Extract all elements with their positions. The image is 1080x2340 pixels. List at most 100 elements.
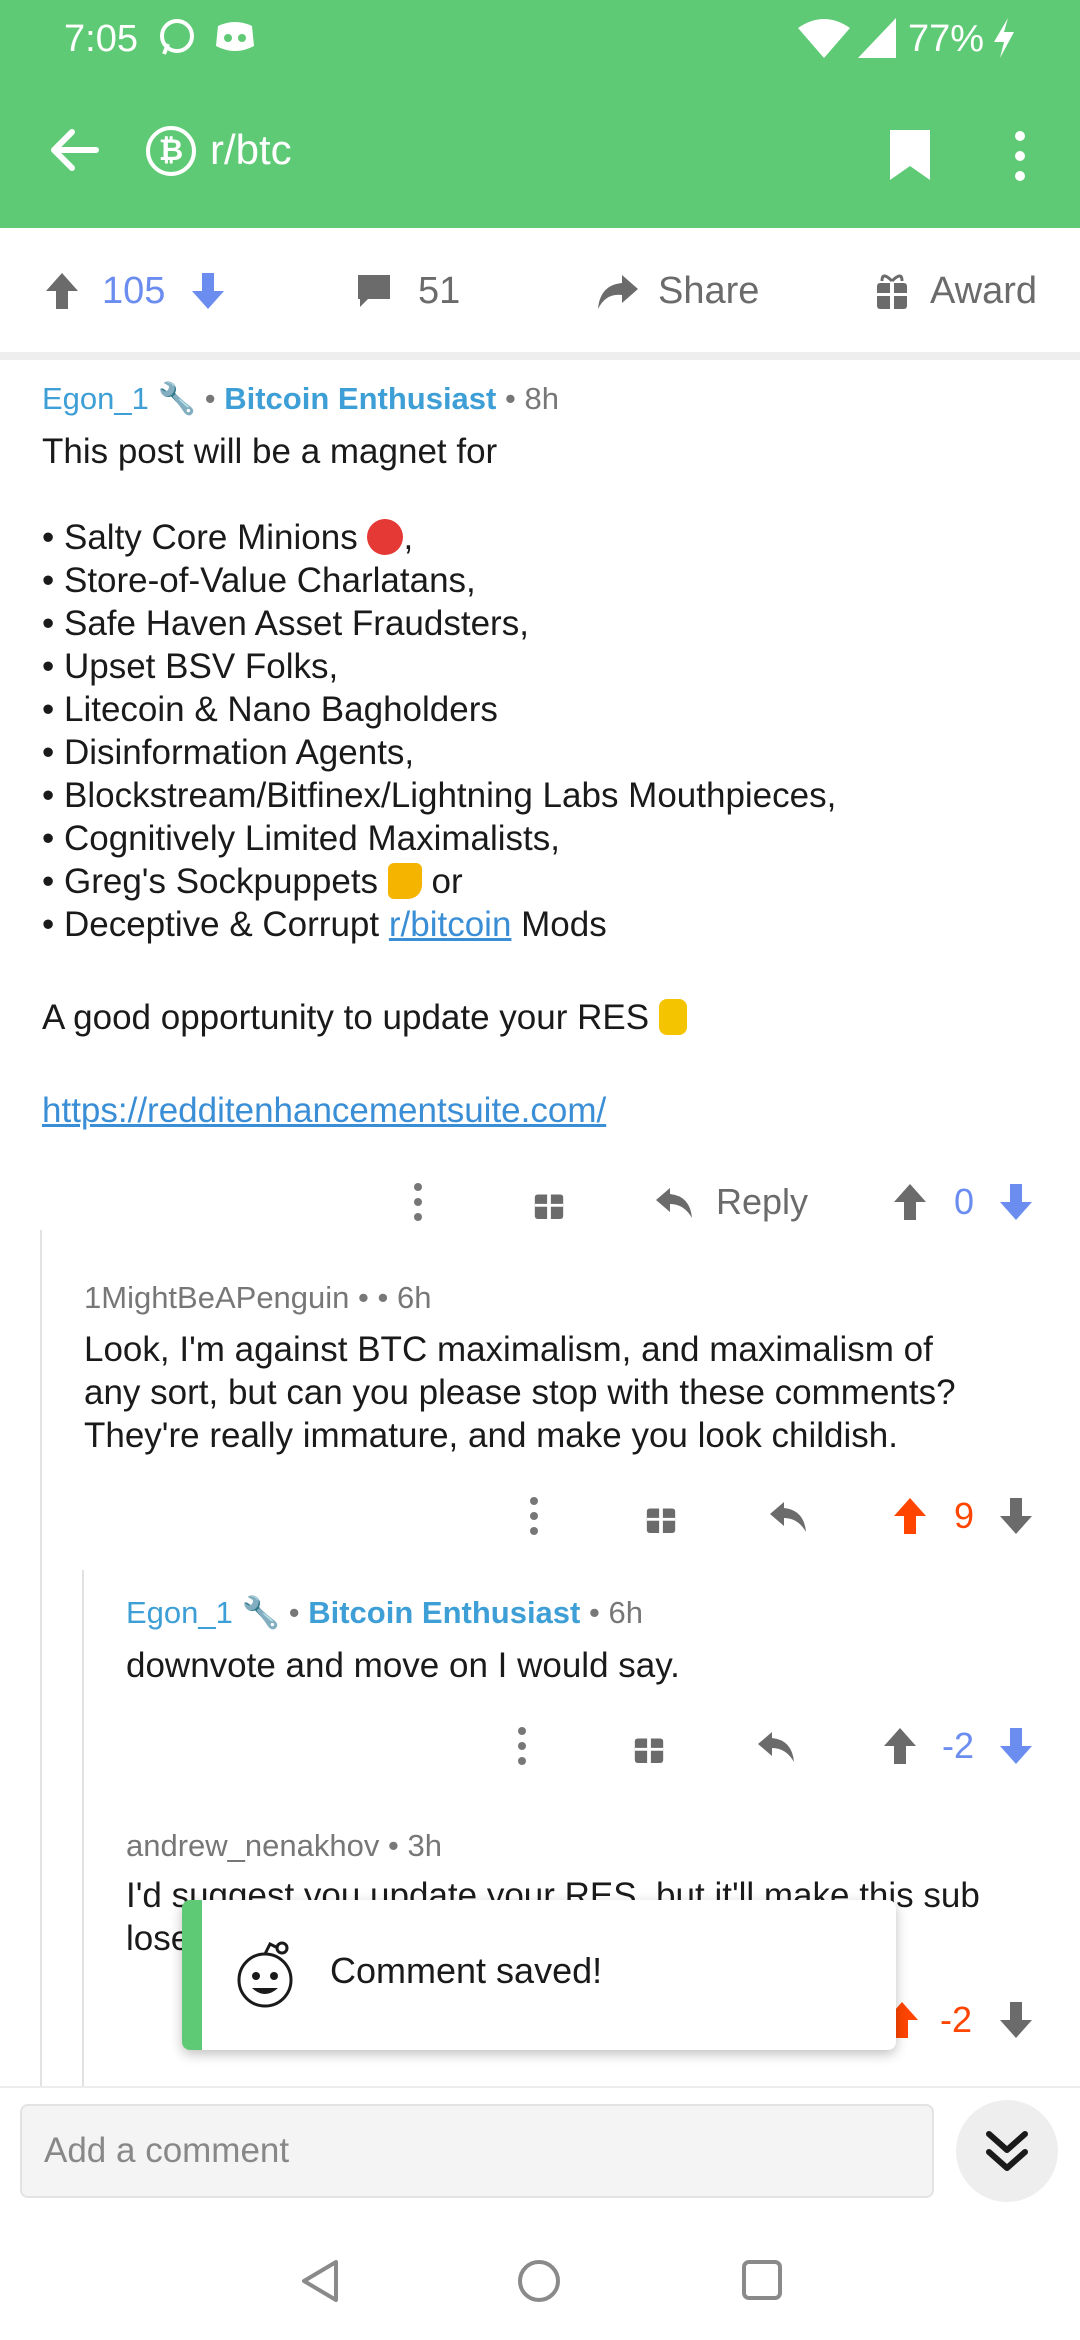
comment-body: This post will be a magnet for • Salty C…: [42, 430, 1042, 1132]
comment-meta: Egon_1 🔧 • Bitcoin Enthusiast • 8h: [42, 381, 559, 416]
gift-icon: [534, 1190, 564, 1219]
comment-score: -2: [942, 1725, 975, 1766]
comment-author[interactable]: andrew_nenakhov: [126, 1828, 379, 1863]
more-icon: [530, 1497, 538, 1535]
comment-body: Look, I'm against BTC maximalism, and ma…: [84, 1330, 956, 1455]
downvote-button[interactable]: [998, 1172, 1034, 1232]
award-button[interactable]: [632, 1716, 666, 1776]
reply-icon: [770, 1502, 806, 1532]
award-button[interactable]: [532, 1172, 566, 1232]
reply-button[interactable]: Reply: [654, 1172, 808, 1232]
comment-author[interactable]: Egon_1: [126, 1595, 233, 1630]
comment-icon: [358, 275, 390, 307]
app-header: 7:05 77% ₿ r/btc: [0, 0, 1080, 228]
user-flair: Bitcoin Enthusiast: [308, 1595, 581, 1630]
comment-actions: 9: [0, 1486, 1080, 1546]
comment-time: 6h: [397, 1280, 432, 1315]
downvote-button[interactable]: [998, 1486, 1034, 1546]
downvote-icon: [1000, 1184, 1032, 1220]
comment-author[interactable]: 1MightBeAPenguin: [84, 1280, 349, 1315]
status-time: 7:05: [64, 18, 138, 60]
angry-emoji-icon: [367, 519, 404, 555]
toast-message: Comment saved!: [330, 1950, 603, 1991]
comment-author[interactable]: Egon_1: [42, 381, 149, 416]
comment-time: 3h: [407, 1828, 442, 1863]
upvote-button[interactable]: [892, 1172, 928, 1232]
comment-meta: Egon_1 🔧 • Bitcoin Enthusiast • 6h: [126, 1595, 643, 1630]
gift-icon: [634, 1734, 664, 1763]
downvote-button[interactable]: [998, 1716, 1034, 1776]
comment-body: downvote and move on I would say.: [126, 1646, 680, 1685]
comment-meta: andrew_nenakhov • 3h: [126, 1828, 442, 1863]
more-button[interactable]: [412, 1172, 424, 1232]
url-link[interactable]: https://redditenhancementsuite.com/: [42, 1089, 1042, 1132]
more-icon: [518, 1727, 526, 1765]
battery-percentage: 77%: [908, 18, 985, 60]
subreddit-icon: ₿: [146, 126, 196, 176]
nav-home-icon[interactable]: [516, 2258, 562, 2304]
upvote-button[interactable]: [44, 266, 80, 316]
subreddit-name[interactable]: r/btc: [210, 126, 292, 174]
comments-button[interactable]: 51: [354, 266, 460, 316]
award-button[interactable]: [644, 1486, 678, 1546]
share-button[interactable]: Share: [596, 266, 759, 316]
upvote-icon: [46, 273, 78, 309]
comment-score: 9: [954, 1495, 975, 1536]
add-comment-input[interactable]: Add a comment: [20, 2104, 934, 2198]
bookmark-button[interactable]: [888, 128, 932, 182]
victory-hand-emoji-icon: [658, 999, 687, 1035]
comment-actions: Reply 0: [0, 1172, 1080, 1232]
post-action-bar: 105 51 Share Award: [0, 228, 1080, 360]
discord-icon: [216, 22, 254, 51]
downvote-button[interactable]: [998, 1990, 1034, 2050]
more-options-button[interactable]: [1004, 128, 1036, 184]
downvote-icon: [192, 273, 224, 309]
downvote-icon: [1000, 2002, 1032, 2038]
nav-back-icon[interactable]: [298, 2258, 342, 2304]
reply-button[interactable]: [756, 1716, 796, 1776]
award-button[interactable]: Award: [874, 266, 1037, 316]
upvote-button[interactable]: [882, 1716, 918, 1776]
share-label: Share: [658, 269, 760, 312]
signal-icon: [858, 18, 896, 58]
wifi-icon: [798, 19, 850, 58]
comment-actions: -2: [0, 1716, 1080, 1776]
mod-wrench-icon: 🔧: [157, 381, 197, 416]
post-score: 105: [102, 269, 166, 312]
collapse-button[interactable]: [956, 2100, 1058, 2202]
comment-count: 51: [418, 269, 461, 312]
comment-time: 6h: [608, 1595, 643, 1630]
charging-icon: [994, 18, 1014, 58]
reply-icon: [758, 1732, 794, 1762]
award-label: Award: [930, 269, 1038, 312]
gift-icon: [646, 1504, 676, 1533]
downvote-button[interactable]: [190, 266, 226, 316]
thread-line: [40, 1230, 42, 2086]
whatsapp-icon: [160, 19, 194, 55]
back-button[interactable]: [44, 120, 104, 180]
upvote-icon: [894, 1184, 926, 1220]
reply-button[interactable]: [768, 1486, 808, 1546]
upvote-icon: [884, 1728, 916, 1764]
user-flair: Bitcoin Enthusiast: [224, 381, 497, 416]
share-icon: [598, 275, 638, 309]
system-nav-bar: [0, 2216, 1080, 2340]
subreddit-link[interactable]: r/bitcoin: [389, 905, 512, 944]
comment-meta: 1MightBeAPenguin • • 6h: [84, 1280, 432, 1315]
comment-score: -2: [940, 1999, 973, 2040]
comment-composer: Add a comment: [0, 2086, 1080, 2218]
comment-score: 0: [954, 1181, 975, 1222]
downvote-icon: [1000, 1728, 1032, 1764]
comment-time: 8h: [524, 381, 559, 416]
upvote-button[interactable]: [892, 1486, 928, 1546]
mod-wrench-icon: 🔧: [241, 1595, 281, 1630]
more-button[interactable]: [516, 1716, 528, 1776]
double-chevron-down-icon: [986, 2131, 1028, 2171]
more-icon: [414, 1183, 422, 1221]
gift-icon: [877, 274, 907, 309]
nav-recents-icon[interactable]: [740, 2258, 784, 2302]
toast-notification: Comment saved!: [182, 1900, 896, 2050]
more-button[interactable]: [528, 1486, 540, 1546]
socks-emoji-icon: [387, 863, 422, 899]
reply-icon: [656, 1188, 692, 1218]
